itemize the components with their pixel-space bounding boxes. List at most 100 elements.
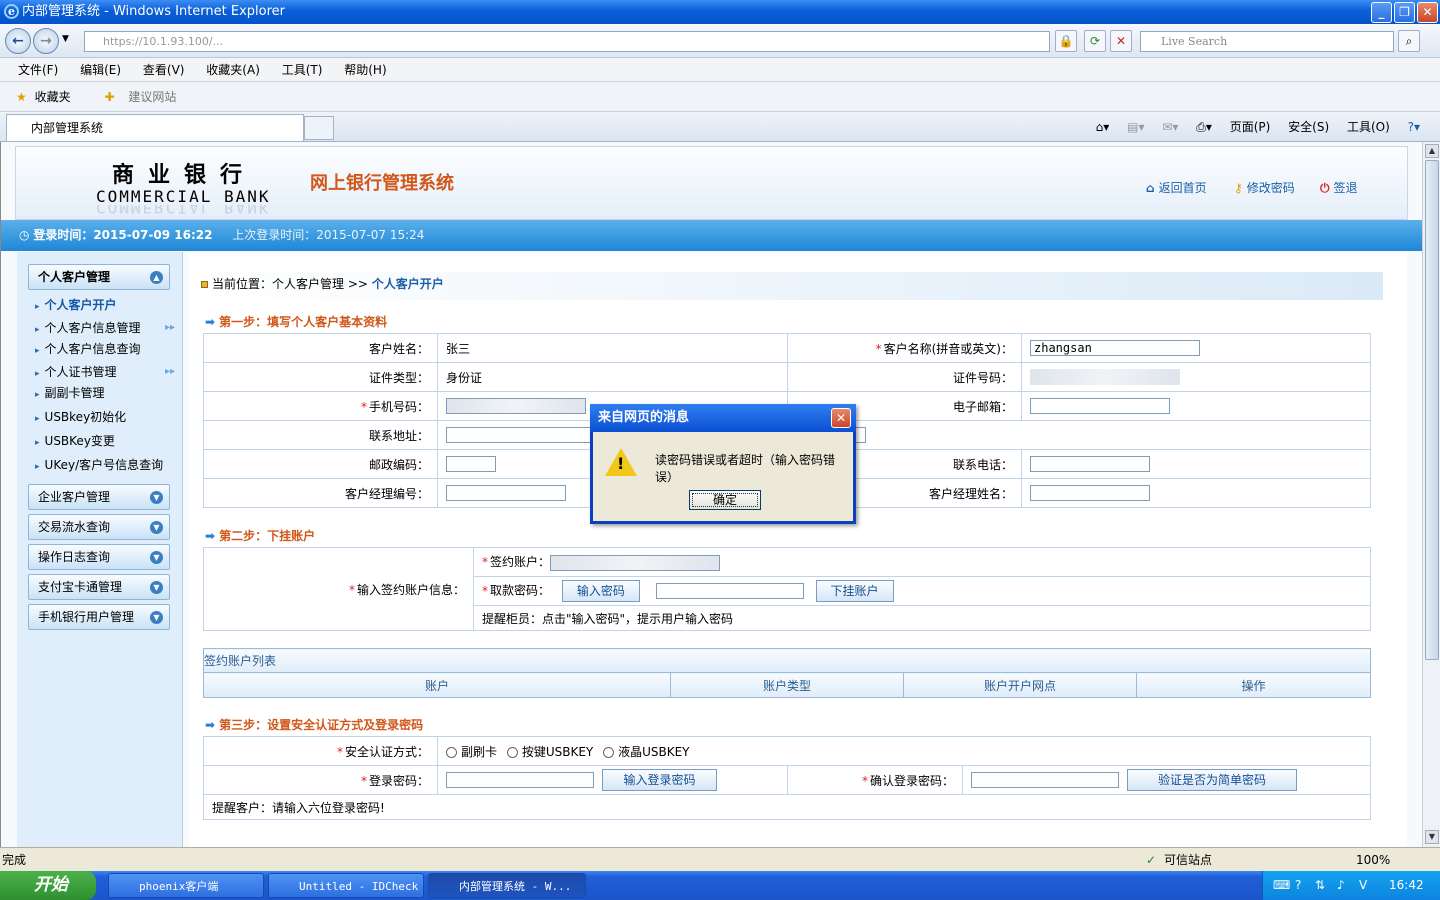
mobile-input[interactable] [446,398,586,414]
cmd-page[interactable]: 页面(P) [1230,120,1271,134]
collapse-icon: ▲ [150,271,163,284]
sidebar-item-label: USBKey变更 [44,434,115,448]
search-input[interactable]: Live Search [1140,31,1394,52]
sidebar-group-personal[interactable]: 个人客户管理 ▲ [28,264,170,290]
feeds-icon[interactable]: ▤▾ [1127,120,1144,134]
forward-button[interactable]: → [33,28,59,54]
sidebar-item-usbkey-init[interactable]: ▸ USBkey初始化 [35,409,126,427]
sidebar-group-logs[interactable]: 操作日志查询 ▼ [28,544,170,570]
postcode-input[interactable] [446,456,496,472]
sidebar-group-enterprise[interactable]: 企业客户管理 ▼ [28,484,170,510]
menu-help[interactable]: 帮助(H) [344,63,386,77]
tab-active[interactable]: 内部管理系统 [6,114,304,141]
step3-label: 第三步：设置安全认证方式及登录密码 [219,718,424,732]
address-input[interactable]: https://10.1.93.100/... [84,31,1050,52]
new-tab-button[interactable] [304,116,334,140]
mail-icon[interactable]: ✉▾ [1162,120,1178,134]
id-no-cell [1021,362,1371,392]
id-no-label: 证件号码： [787,362,1022,392]
bullet-icon: ▸ [35,325,40,335]
expand-arrow-icon: ▸▸ [165,322,176,333]
back-button[interactable]: ← [5,28,31,54]
acct-input[interactable] [550,554,721,571]
login-pwd-input[interactable] [446,772,594,788]
name-en-input[interactable]: zhangsan [1030,340,1200,356]
input-login-password-button[interactable]: 输入登录密码 [602,769,717,791]
scroll-up-icon[interactable]: ▲ [1425,144,1439,158]
home-link[interactable]: ⌂ 返回首页 [1146,179,1207,196]
add-favorite-icon[interactable]: ✚ [104,90,114,104]
confirm-pwd-input[interactable] [971,772,1119,788]
login-pwd-label-text: 登录密码： [368,773,429,788]
volume-icon[interactable]: ♪ [1337,871,1345,900]
cmd-safety[interactable]: 安全(S) [1288,120,1329,134]
zoom-level[interactable]: 100% [1356,848,1390,872]
refresh-icon[interactable]: ⟳ [1084,30,1106,52]
system-tray: ⌨ ? ⇅ ♪ V 16:42 [1262,871,1440,900]
attach-account-button[interactable]: 下挂账户 [815,580,894,602]
verify-simple-password-button[interactable]: 验证是否为简单密码 [1127,769,1297,791]
mgr-name-input[interactable] [1030,485,1150,501]
tab-label: 内部管理系统 [31,121,104,135]
help-tray-icon[interactable]: ? [1295,871,1301,900]
favorites-button[interactable]: 收藏夹 [35,90,71,104]
change-password-link[interactable]: ⚷ 修改密码 [1234,179,1295,196]
task-ie[interactable]: 内部管理系统 - W... [428,873,586,898]
expand-icon: ▼ [150,581,163,594]
email-input[interactable] [1030,398,1170,414]
network-icon[interactable]: ⇅ [1315,871,1325,900]
sidebar-item-cert-manage[interactable]: ▸ 个人证书管理 ▸▸ [35,364,175,382]
menu-tools[interactable]: 工具(T) [282,63,323,77]
phone-input[interactable] [1030,456,1150,472]
radio-lcd-usbkey[interactable] [603,746,615,758]
history-dropdown-icon[interactable]: ▼ [62,34,69,44]
print-icon[interactable]: ⎙▾ [1196,120,1212,134]
sidebar-item-usbkey-change[interactable]: ▸ USBKey变更 [35,433,115,451]
logout-link[interactable]: ⏻ 签退 [1320,179,1358,196]
lock-icon[interactable]: 🔒 [1055,30,1077,52]
cmd-tools[interactable]: 工具(O) [1347,120,1390,134]
breadcrumb-prefix: 当前位置：个人客户管理 >> [212,277,368,291]
start-button[interactable]: 开始 [0,871,96,900]
menu-edit[interactable]: 编辑(E) [80,63,121,77]
radio-card[interactable] [446,746,457,758]
dialog-close-button[interactable]: ✕ [831,408,851,428]
sidebar-group-transactions[interactable]: 交易流水查询 ▼ [28,514,170,540]
stop-icon[interactable]: ✕ [1110,30,1132,52]
mgr-no-input[interactable] [446,485,566,501]
confirm-pwd-label-text: 确认登录密码： [869,773,954,788]
sidebar-group-mobile[interactable]: 手机银行用户管理 ▼ [28,604,170,630]
keyboard-icon[interactable]: ⌨ [1273,871,1290,900]
shield-tray-icon[interactable]: V [1359,871,1367,900]
bullet-icon: ▸ [35,438,40,448]
menu-favorites[interactable]: 收藏夹(A) [206,63,260,77]
pwd-input[interactable] [655,583,804,599]
sidebar-item-info-manage[interactable]: ▸ 个人客户信息管理 ▸▸ [35,320,175,338]
home-icon[interactable]: ⌂▾ [1096,120,1110,134]
scroll-down-icon[interactable]: ▼ [1425,830,1439,844]
task-idcheck[interactable]: Untitled - IDCheck [268,873,424,898]
sidebar-group-alipay[interactable]: 支付宝卡通管理 ▼ [28,574,170,600]
menu-file[interactable]: 文件(F) [18,63,58,77]
radio-key-usbkey[interactable] [506,746,518,758]
search-icon[interactable]: ⌕ [1398,30,1420,52]
dialog-ok-button[interactable]: 确定 [689,490,761,510]
arrow-icon: ➡ [205,315,216,329]
minimize-button[interactable]: _ [1371,2,1392,23]
col-operation: 操作 [1136,672,1371,698]
vertical-scrollbar[interactable]: ▲ ▼ [1422,142,1440,847]
site-header: 商业银行 COMMERCIAL BANK COMMERCIAL BANK 网上银… [15,146,1408,220]
sidebar-item-ukey-query[interactable]: ▸ UKey/客户号信息查询 [35,457,163,475]
close-window-button[interactable]: ✕ [1417,2,1438,23]
maximize-button[interactable]: ❐ [1394,2,1415,23]
input-password-button[interactable]: 输入密码 [561,580,640,602]
sidebar-item-open-account[interactable]: ▸ 个人客户开户 [35,297,117,315]
task-phoenix[interactable]: phoenix客户端 [108,873,264,898]
sidebar-item-card-manage[interactable]: ▸ 副副卡管理 [35,385,105,403]
sidebar-item-info-query[interactable]: ▸ 个人客户信息查询 [35,341,141,359]
scroll-thumb[interactable] [1425,160,1439,660]
email-cell [1021,391,1371,421]
menu-view[interactable]: 查看(V) [143,63,185,77]
help-icon[interactable]: ?▾ [1408,120,1420,134]
suggested-sites-button[interactable]: 建议网站 [128,90,176,104]
